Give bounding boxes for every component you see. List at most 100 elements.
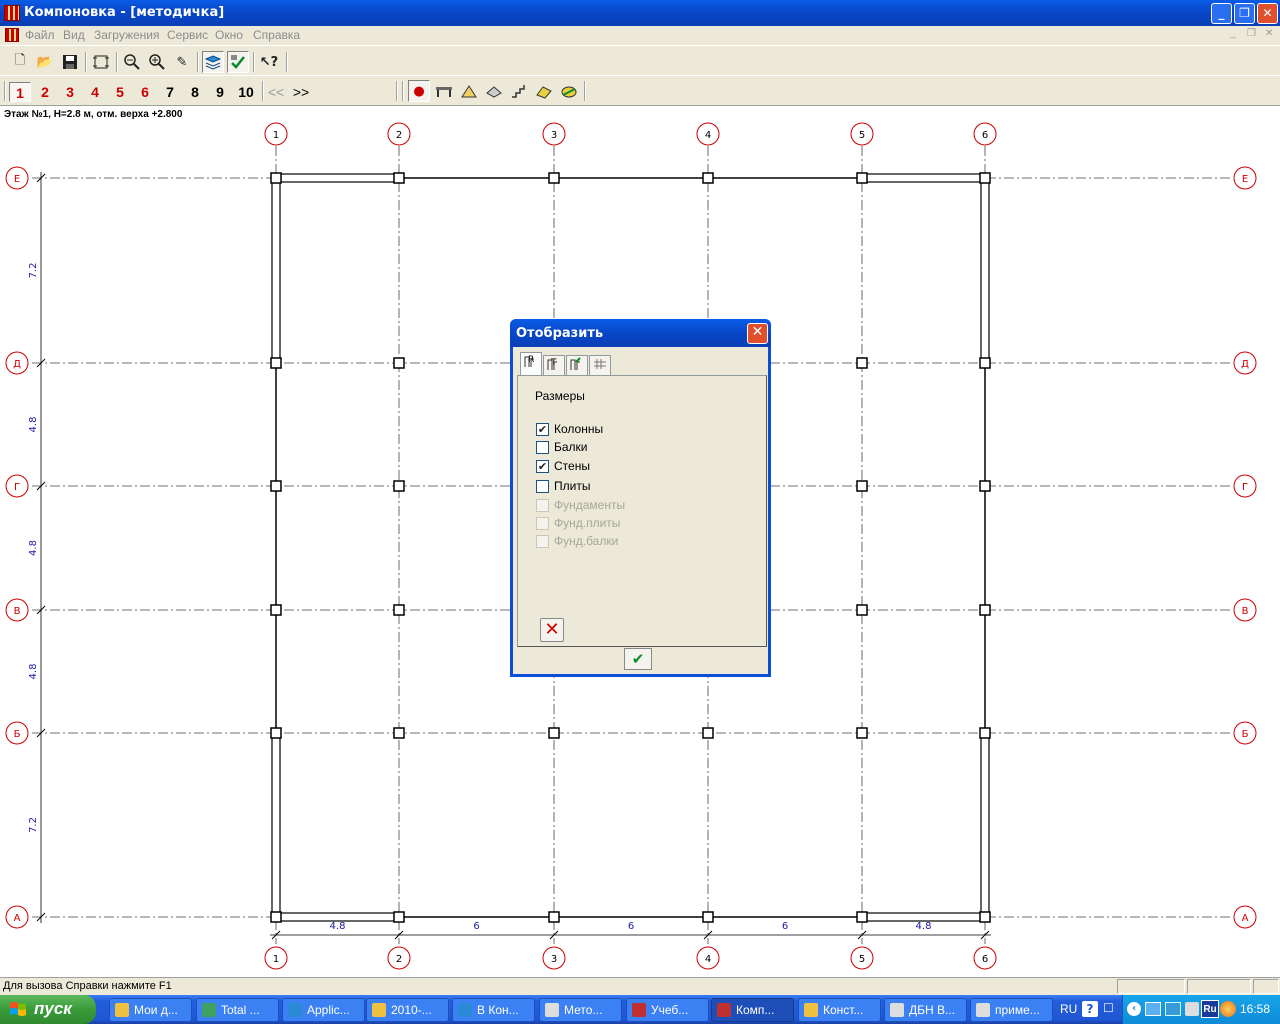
taskbar-app-icon [202, 1003, 216, 1017]
minimize-button[interactable]: _ [1211, 3, 1232, 24]
checkbox-box [536, 534, 549, 548]
foundation-tool-icon[interactable] [533, 80, 555, 102]
floor-button-6[interactable]: 6 [134, 82, 156, 102]
floor-button-3[interactable]: 3 [59, 82, 81, 102]
zoom-in-icon[interactable] [146, 51, 168, 73]
menu-file[interactable]: Файл [25, 28, 55, 42]
layers-icon[interactable] [202, 51, 224, 73]
zoom-extents-icon[interactable] [90, 51, 112, 73]
status-panel-3 [1253, 979, 1279, 994]
taskbar-item-3[interactable]: Applic... [282, 998, 365, 1022]
loads-tool-icon[interactable] [558, 80, 580, 102]
option-checkbox-3[interactable]: ✔ Стены [536, 458, 590, 474]
floor-button-4[interactable]: 4 [84, 82, 106, 102]
walls-tool-icon[interactable] [458, 80, 480, 102]
checkbox-box[interactable] [536, 479, 549, 493]
taskbar-item-10[interactable]: ДБН В... [884, 998, 967, 1022]
new-file-icon[interactable]: 🗋 [9, 51, 31, 73]
app-icon [4, 5, 20, 21]
context-help-icon[interactable]: ↖? [258, 51, 280, 73]
menu-service[interactable]: Сервис [167, 28, 208, 42]
floor-button-8[interactable]: 8 [184, 82, 206, 102]
taskbar-item-1[interactable]: Мои д... [109, 998, 192, 1022]
slabs-tool-icon[interactable] [483, 80, 505, 102]
dialog-close-button[interactable]: ✕ [747, 323, 768, 344]
column-marker [393, 480, 405, 492]
checkbox-box[interactable] [536, 440, 549, 454]
taskbar-item-8[interactable]: Комп... [711, 998, 794, 1022]
tab-elements-icon[interactable] [566, 355, 588, 375]
mdi-restore-icon[interactable]: ❐ [1247, 28, 1256, 39]
main-toolbar: 🗋 📂 ✎ ↖? [0, 45, 1280, 75]
column-marker [393, 172, 405, 184]
option-checkbox-4[interactable]: Плиты [536, 478, 590, 494]
wall [275, 173, 400, 183]
taskbar-item-4[interactable]: 2010-... [366, 998, 449, 1022]
menu-help[interactable]: Справка [253, 28, 300, 42]
open-folder-icon[interactable]: 📂 [34, 51, 56, 73]
column-marker [856, 172, 868, 184]
axis-label: А [1242, 913, 1249, 924]
help-icon[interactable]: ? [1082, 1001, 1098, 1017]
taskbar-item-2[interactable]: Total ... [196, 998, 279, 1022]
keyboard-layout-icon[interactable]: Ru [1201, 1000, 1219, 1018]
network-icon[interactable] [1145, 1002, 1161, 1016]
taskbar-item-label: Учеб... [651, 1003, 689, 1017]
columns-tool-icon[interactable]: ● [408, 80, 430, 102]
app-tray-icon[interactable] [1220, 1001, 1236, 1017]
taskbar-item-label: Мето... [564, 1003, 603, 1017]
usb-icon[interactable] [1185, 1002, 1199, 1016]
checkbox-box[interactable]: ✔ [536, 422, 549, 436]
pencil-icon[interactable]: ✎ [171, 51, 193, 73]
start-button[interactable]: пуск [0, 995, 96, 1024]
maximize-button[interactable]: ❐ [1234, 3, 1255, 24]
floor-button-10[interactable]: 10 [233, 82, 259, 102]
zoom-out-icon[interactable] [121, 51, 143, 73]
floor-prev-button[interactable]: << [265, 82, 287, 102]
taskbar-item-5[interactable]: В Кон... [452, 998, 535, 1022]
language-indicator[interactable]: RU [1060, 1002, 1077, 1016]
mdi-close-icon[interactable]: ✕ [1265, 28, 1273, 39]
floor-button-9[interactable]: 9 [209, 82, 231, 102]
language-bar-icon[interactable]: ☐ [1103, 1001, 1117, 1017]
display-icon[interactable] [227, 51, 249, 73]
taskbar-app-icon [632, 1003, 646, 1017]
mdi-minimize-icon[interactable]: _ [1230, 28, 1236, 39]
floor-button-1[interactable]: 1 [9, 82, 31, 102]
floor-next-button[interactable]: >> [290, 82, 312, 102]
menu-view[interactable]: Вид [63, 28, 85, 42]
save-icon[interactable] [59, 51, 81, 73]
tab-dimensions-icon[interactable]: R [520, 352, 542, 375]
floor-button-7[interactable]: 7 [159, 82, 181, 102]
menu-loads[interactable]: Загружения [94, 28, 160, 42]
taskbar-item-label: Мои д... [134, 1003, 178, 1017]
tab-grid-icon[interactable] [589, 355, 611, 375]
checkbox-box[interactable]: ✔ [536, 459, 549, 473]
tray-expand-icon[interactable]: ‹ [1127, 1002, 1141, 1016]
stairs-tool-icon[interactable] [508, 80, 530, 102]
network-icon-2[interactable] [1165, 1002, 1181, 1016]
option-checkbox-1[interactable]: ✔ Колонны [536, 421, 603, 437]
option-checkbox-2[interactable]: Балки [536, 439, 588, 455]
taskbar-app-icon [890, 1003, 904, 1017]
ok-button[interactable]: ✔ [624, 648, 652, 670]
floor-button-5[interactable]: 5 [109, 82, 131, 102]
axis-label: А [14, 913, 21, 924]
column-marker [270, 911, 282, 923]
taskbar-item-label: Конст... [823, 1003, 864, 1017]
taskbar-item-7[interactable]: Учеб... [626, 998, 709, 1022]
column-marker [702, 727, 714, 739]
wall [275, 912, 400, 922]
option-label: Стены [554, 459, 590, 473]
taskbar-item-11[interactable]: приме... [970, 998, 1053, 1022]
cancel-button[interactable]: ✕ [540, 618, 564, 642]
svg-text:R: R [528, 355, 534, 365]
close-button[interactable]: ✕ [1257, 3, 1278, 24]
tab-labels-icon[interactable]: T [543, 355, 565, 375]
taskbar-item-9[interactable]: Конст... [798, 998, 881, 1022]
axis-label: 3 [551, 954, 557, 965]
beams-tool-icon[interactable] [433, 80, 455, 102]
taskbar-item-6[interactable]: Мето... [539, 998, 622, 1022]
menu-window[interactable]: Окно [215, 28, 243, 42]
floor-button-2[interactable]: 2 [34, 82, 56, 102]
